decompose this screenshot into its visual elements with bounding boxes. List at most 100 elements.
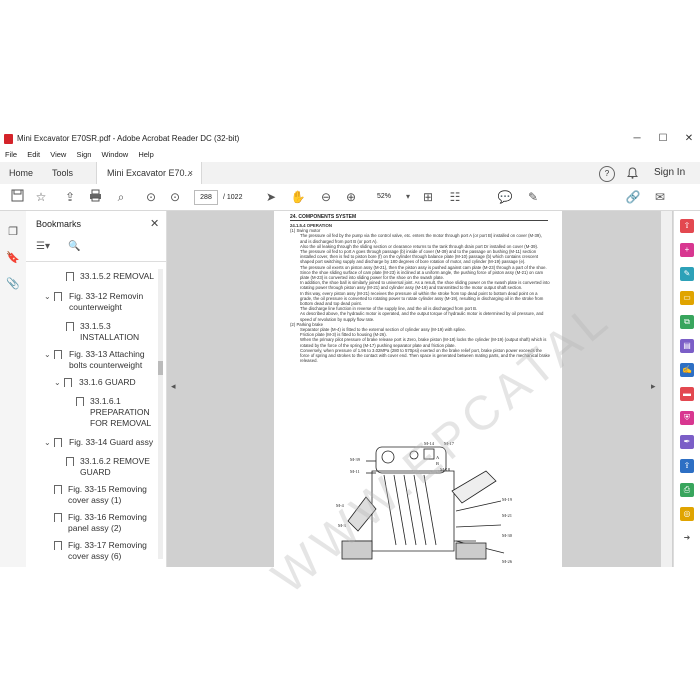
window-title: Mini Excavator E70SR.pdf - Adobe Acrobat… <box>17 134 240 143</box>
bookmark-item[interactable]: ⌄ Fig. 33-12 Removin counterweight <box>44 291 156 313</box>
fill-sign-icon[interactable]: ✍ <box>680 363 694 377</box>
paragraph: In addition, the shoe ball is similarly … <box>300 280 550 291</box>
find-icon[interactable]: ⌕ <box>113 189 129 205</box>
measure-icon[interactable]: ◎ <box>680 507 694 521</box>
bookmark-options-icon[interactable]: ☰▾ <box>36 241 50 252</box>
page-number-input[interactable]: 288 <box>194 190 218 205</box>
chevron-down-icon[interactable]: ⌄ <box>44 437 51 448</box>
zoom-out-icon[interactable]: ⊖ <box>318 189 334 205</box>
bookmark-icon <box>76 397 84 406</box>
acrobat-app-icon <box>4 134 13 144</box>
create-pdf-icon[interactable]: + <box>680 243 694 257</box>
bookmark-item[interactable]: 33.1.6.1 PREPARATION FOR REMOVAL <box>76 396 156 429</box>
tab-document[interactable]: Mini Excavator E70... × <box>96 162 202 185</box>
diagram-label: M-26 <box>502 559 513 564</box>
comment-tool-icon[interactable]: ▭ <box>680 291 694 305</box>
menu-sign[interactable]: Sign <box>76 148 91 162</box>
upload-icon[interactable]: ⇪ <box>62 189 78 205</box>
left-navigation-rail: ❐ 🔖 📎 <box>0 211 27 567</box>
previous-page-icon[interactable]: ⊙ <box>143 189 159 205</box>
bookmark-item[interactable]: 33.1.5.2 REMOVAL <box>66 271 156 282</box>
bookmark-icon <box>66 457 74 466</box>
menu-window[interactable]: Window <box>102 148 129 162</box>
protect-icon[interactable]: ⛨ <box>680 411 694 425</box>
right-tools-rail: ⇧ + ✎ ▭ ⧉ ▤ ✍ ▬ ⛨ ✒ ⇪ ⎙ ◎ ➜ <box>673 211 700 567</box>
notification-bell-icon[interactable] <box>626 162 639 184</box>
bookmark-icon <box>66 322 74 331</box>
bookmark-star-icon[interactable]: ☆ <box>33 189 49 205</box>
share-icon[interactable]: ⇪ <box>680 459 694 473</box>
menu-file[interactable]: File <box>5 148 17 162</box>
page-thumbnails-icon[interactable]: ❐ <box>6 225 20 239</box>
scan-ocr-icon[interactable]: ⎙ <box>680 483 694 497</box>
highlight-pen-icon[interactable]: ✎ <box>525 189 541 205</box>
redact-icon[interactable]: ▬ <box>680 387 694 401</box>
bookmark-item[interactable]: Fig. 33-17 Removing cover assy (6) <box>54 540 156 562</box>
paragraph: In this way, every piston assy (M-21) re… <box>300 290 544 307</box>
tab-home[interactable]: Home <box>9 162 33 184</box>
scroll-mode-icon[interactable]: ☷ <box>447 189 463 205</box>
main-toolbar: ☆ ⇪ ⌕ ⊙ ⊙ 288 / 1022 ➤ ✋ ⊖ ⊕ 52% ▾ ⊞ ☷ 💬… <box>0 184 700 211</box>
bookmark-item[interactable]: ⌄ 33.1.6 GUARD <box>54 377 154 388</box>
organize-pages-icon[interactable]: ▤ <box>680 339 694 353</box>
bookmarks-scrollbar[interactable] <box>158 269 163 559</box>
maximize-button[interactable]: ☐ <box>652 132 674 146</box>
collapse-right-arrow-icon[interactable]: ▸ <box>651 381 656 392</box>
bookmarks-close-icon[interactable]: ✕ <box>150 217 159 230</box>
zoom-in-icon[interactable]: ⊕ <box>343 189 359 205</box>
zoom-dropdown-chevron-icon[interactable]: ▾ <box>400 189 416 205</box>
bookmark-item[interactable]: ⌄ Fig. 33-13 Attaching bolts counterweig… <box>44 349 156 371</box>
bookmark-item[interactable]: Fig. 33-15 Removing cover assy (1) <box>54 484 156 506</box>
next-page-icon[interactable]: ⊙ <box>167 189 183 205</box>
save-icon[interactable] <box>9 189 25 205</box>
combine-files-icon[interactable]: ⧉ <box>680 315 694 329</box>
diagram-label: M-11 <box>350 469 360 474</box>
bookmark-icon <box>54 292 62 301</box>
tab-tools[interactable]: Tools <box>52 162 73 184</box>
document-viewer[interactable]: ◂ ▸ 24. COMPONENTS SYSTEM 24.1.5.4 OPERA… <box>167 211 673 567</box>
menu-view[interactable]: View <box>50 148 66 162</box>
expand-tools-icon[interactable]: ➜ <box>680 531 694 545</box>
bookmark-icon <box>54 485 62 494</box>
bookmark-icon <box>64 378 72 387</box>
share-link-icon[interactable]: 🔗 <box>625 189 641 205</box>
close-button[interactable]: ✕ <box>678 132 700 146</box>
bookmarks-scrollbar-thumb[interactable] <box>158 361 163 375</box>
paragraph: The pressure oil fed by the pump via the… <box>300 233 542 244</box>
bookmarks-panel-icon[interactable]: 🔖 <box>6 251 20 265</box>
bookmark-icon <box>66 272 74 281</box>
minimize-button[interactable]: ─ <box>626 132 648 146</box>
help-icon[interactable]: ? <box>599 166 615 182</box>
tab-close-icon[interactable]: × <box>188 162 193 184</box>
tab-bar: Home Tools Mini Excavator E70... × ? Sig… <box>0 162 700 185</box>
menu-edit[interactable]: Edit <box>27 148 40 162</box>
bookmark-search-icon[interactable]: 🔍 <box>68 241 80 252</box>
page-body: 24.1.5.4 OPERATION (1) Swing motor The p… <box>290 223 550 363</box>
diagram-label: M-21 <box>502 513 512 518</box>
chevron-down-icon[interactable]: ⌄ <box>54 377 61 388</box>
diagram-label: M-30 <box>502 533 513 538</box>
export-pdf-icon[interactable]: ⇧ <box>680 219 694 233</box>
bookmark-item[interactable]: 33.1.5.3 INSTALLATION <box>66 321 156 343</box>
chevron-down-icon[interactable]: ⌄ <box>44 349 51 360</box>
sign-in-link[interactable]: Sign In <box>654 162 685 184</box>
bookmark-icon <box>54 541 62 550</box>
print-icon[interactable] <box>87 189 103 205</box>
document-scrollbar[interactable] <box>661 211 672 567</box>
menu-help[interactable]: Help <box>138 148 153 162</box>
page-fit-icon[interactable]: ⊞ <box>420 189 436 205</box>
collapse-left-arrow-icon[interactable]: ◂ <box>171 381 176 392</box>
edit-pdf-icon[interactable]: ✎ <box>680 267 694 281</box>
attachments-icon[interactable]: 📎 <box>6 277 20 291</box>
select-cursor-icon[interactable]: ➤ <box>263 189 279 205</box>
hand-tool-icon[interactable]: ✋ <box>290 189 306 205</box>
page-total: / 1022 <box>223 194 243 201</box>
mail-icon[interactable]: ✉ <box>652 189 668 205</box>
send-for-signature-icon[interactable]: ✒ <box>680 435 694 449</box>
bookmark-item[interactable]: ⌄ Fig. 33-14 Guard assy <box>44 437 156 448</box>
bookmark-item[interactable]: 33.1.6.2 REMOVE GUARD <box>66 456 156 478</box>
comment-icon[interactable]: 💬 <box>497 189 513 205</box>
zoom-level-select[interactable]: 52% <box>368 190 400 203</box>
bookmark-item[interactable]: Fig. 33-16 Removing panel assy (2) <box>54 512 156 534</box>
chevron-down-icon[interactable]: ⌄ <box>44 291 51 302</box>
